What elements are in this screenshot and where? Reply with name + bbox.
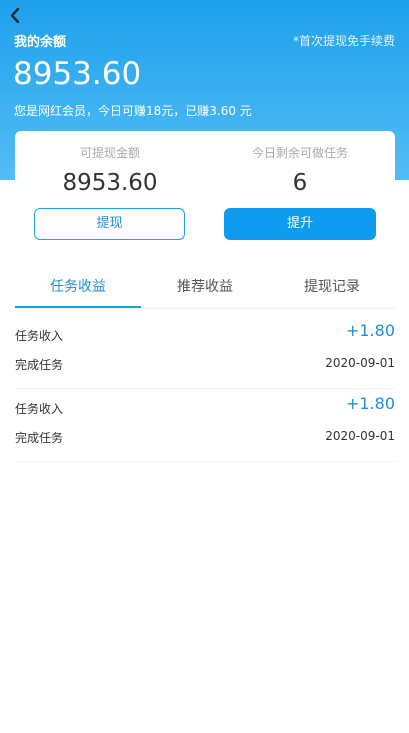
balance-amount: 8953.60 (13, 56, 142, 92)
balance-label: 我的余额 (14, 35, 67, 50)
record-title: 任务收入 (15, 329, 64, 343)
chevron-left-icon (10, 7, 20, 24)
record-date: 2020-09-01 (325, 429, 395, 443)
tab-withdraw-records[interactable]: 提现记录 (269, 268, 395, 306)
back-button[interactable] (6, 6, 26, 26)
record-amount: +1.80 (345, 321, 395, 340)
record-subtitle: 完成任务 (15, 358, 64, 372)
member-earnings-text: 您是网红会员，今日可赚18元，已赚3.60 元 (14, 104, 252, 118)
list-item: 任务收入 +1.80 完成任务 2020-09-01 (15, 389, 395, 462)
tasks-left-label: 今日剩余可做任务 (251, 146, 348, 160)
record-date: 2020-09-01 (325, 356, 395, 370)
tasks-left-stat: 今日剩余可做任务 6 (205, 144, 395, 196)
withdrawable-stat: 可提现金额 8953.60 (15, 144, 205, 196)
summary-card: 可提现金额 8953.60 今日剩余可做任务 6 提现 提升 (15, 131, 395, 250)
tab-referral-earnings[interactable]: 推荐收益 (142, 268, 268, 306)
earnings-tabs: 任务收益 推荐收益 提现记录 (15, 268, 395, 309)
list-item: 任务收入 +1.80 完成任务 2020-09-01 (15, 316, 395, 389)
withdrawable-value: 8953.60 (62, 170, 158, 196)
free-withdraw-note: *首次提现免手续费 (292, 34, 395, 48)
record-subtitle: 完成任务 (15, 431, 64, 445)
tab-task-earnings[interactable]: 任务收益 (15, 268, 141, 308)
record-amount: +1.80 (345, 394, 395, 413)
tasks-left-value: 6 (292, 170, 308, 196)
upgrade-button[interactable]: 提升 (224, 208, 376, 240)
withdrawable-label: 可提现金额 (79, 146, 140, 160)
record-title: 任务收入 (15, 402, 64, 416)
withdraw-button[interactable]: 提现 (34, 208, 185, 240)
